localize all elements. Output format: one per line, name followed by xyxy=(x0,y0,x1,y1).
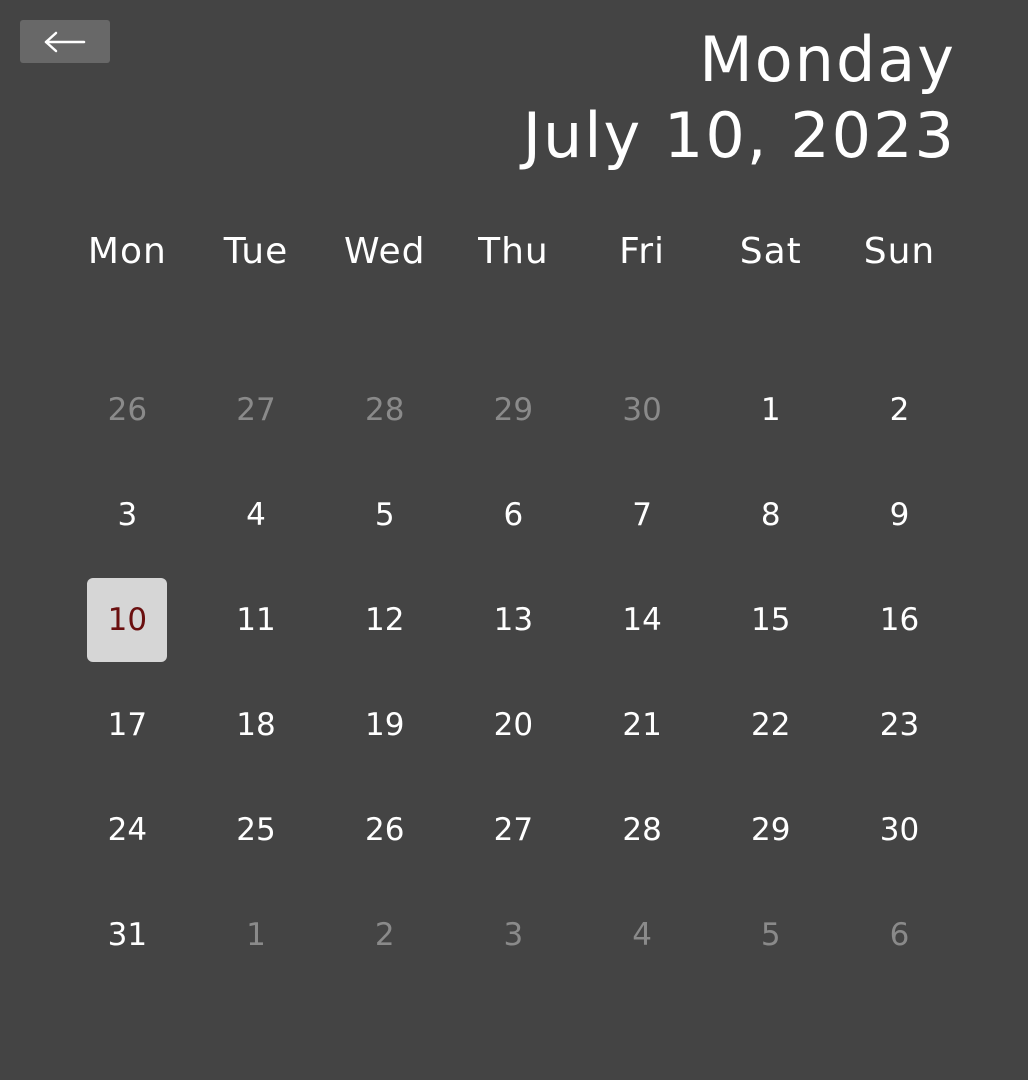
day-number: 1 xyxy=(760,391,781,428)
day-cell-adjacent-month[interactable]: 4 xyxy=(578,882,707,987)
day-number: 27 xyxy=(236,391,276,428)
day-number: 11 xyxy=(236,601,276,638)
weekday-label-wed: Wed xyxy=(343,231,426,272)
day-number: 23 xyxy=(879,706,920,743)
selected-weekday: Monday xyxy=(699,23,956,96)
day-cell[interactable]: 13 xyxy=(449,567,578,672)
day-number: 13 xyxy=(493,601,534,638)
day-cell[interactable]: 27 xyxy=(449,777,578,882)
day-number: 29 xyxy=(493,391,534,428)
day-number: 21 xyxy=(622,706,662,743)
day-cell-adjacent-month[interactable]: 1 xyxy=(192,882,321,987)
day-cell-adjacent-month[interactable]: 2 xyxy=(320,882,449,987)
day-cell[interactable]: 1 xyxy=(706,357,835,462)
day-cell[interactable]: 7 xyxy=(578,462,707,567)
day-number: 15 xyxy=(751,601,791,638)
day-number: 27 xyxy=(493,811,534,848)
day-number: 30 xyxy=(622,391,662,428)
day-number: 1 xyxy=(246,916,266,953)
day-cell[interactable]: 22 xyxy=(706,672,835,777)
day-number: 29 xyxy=(751,811,791,848)
day-cell-adjacent-month[interactable]: 3 xyxy=(449,882,578,987)
day-number: 6 xyxy=(889,916,910,953)
day-number: 5 xyxy=(760,916,781,953)
day-cell-adjacent-month[interactable]: 29 xyxy=(449,357,578,462)
day-number: 28 xyxy=(364,391,405,428)
day-cell-selected[interactable]: 10 xyxy=(63,567,192,672)
day-cell[interactable]: 24 xyxy=(63,777,192,882)
day-cell[interactable]: 12 xyxy=(320,567,449,672)
day-number: 28 xyxy=(622,811,662,848)
day-cell-adjacent-month[interactable]: 5 xyxy=(706,882,835,987)
day-cell[interactable]: 18 xyxy=(192,672,321,777)
day-cell-adjacent-month[interactable]: 26 xyxy=(63,357,192,462)
arrow-left-icon xyxy=(44,31,86,52)
weekday-label-fri: Fri xyxy=(619,231,666,272)
date-header: Monday July 10, 2023 xyxy=(523,22,956,174)
day-cell-adjacent-month[interactable]: 27 xyxy=(192,357,321,462)
day-number: 9 xyxy=(889,496,910,533)
day-number: 8 xyxy=(760,496,781,533)
selected-date: July 10, 2023 xyxy=(522,99,956,172)
day-cell-adjacent-month[interactable]: 28 xyxy=(320,357,449,462)
day-number: 26 xyxy=(107,391,148,428)
day-number: 14 xyxy=(622,601,662,638)
day-cell[interactable]: 14 xyxy=(578,567,707,672)
back-button[interactable] xyxy=(20,20,110,63)
day-number: 2 xyxy=(889,391,910,428)
weekday-label-sun: Sun xyxy=(863,231,936,272)
day-number: 20 xyxy=(493,706,534,743)
weekday-header-row: Mon Tue Wed Thu Fri Sat Sun xyxy=(63,222,964,282)
day-number: 4 xyxy=(632,916,652,953)
day-cell[interactable]: 19 xyxy=(320,672,449,777)
day-cell-adjacent-month[interactable]: 6 xyxy=(835,882,964,987)
day-cell[interactable]: 30 xyxy=(835,777,964,882)
day-number: 18 xyxy=(236,706,276,743)
day-cell[interactable]: 5 xyxy=(320,462,449,567)
day-number: 7 xyxy=(632,496,652,533)
day-cell[interactable]: 4 xyxy=(192,462,321,567)
day-number: 25 xyxy=(236,811,276,848)
calendar-grid: 26 27 28 29 30 1 2 3 4 5 6 7 8 9 10 11 12 13 14 15 16 17 18 19 2… xyxy=(63,357,964,987)
day-cell-adjacent-month[interactable]: 30 xyxy=(578,357,707,462)
day-number: 4 xyxy=(246,496,266,533)
weekday-label-tue: Tue xyxy=(223,231,289,272)
day-cell[interactable]: 28 xyxy=(578,777,707,882)
day-cell[interactable]: 3 xyxy=(63,462,192,567)
weekday-label-mon: Mon xyxy=(87,231,167,272)
day-cell[interactable]: 9 xyxy=(835,462,964,567)
day-number: 6 xyxy=(503,496,524,533)
day-number: 30 xyxy=(879,811,920,848)
day-number: 22 xyxy=(751,706,791,743)
day-number: 24 xyxy=(107,811,148,848)
weekday-label-thu: Thu xyxy=(478,231,549,272)
day-cell[interactable]: 21 xyxy=(578,672,707,777)
day-cell[interactable]: 31 xyxy=(63,882,192,987)
day-number: 3 xyxy=(503,916,524,953)
day-number: 16 xyxy=(879,601,920,638)
day-cell[interactable]: 26 xyxy=(320,777,449,882)
day-number: 31 xyxy=(107,916,148,953)
day-number: 19 xyxy=(364,706,405,743)
day-cell[interactable]: 29 xyxy=(706,777,835,882)
weekday-label-sat: Sat xyxy=(739,231,802,272)
day-number: 17 xyxy=(107,706,148,743)
day-cell[interactable]: 2 xyxy=(835,357,964,462)
day-number: 26 xyxy=(364,811,405,848)
day-cell[interactable]: 25 xyxy=(192,777,321,882)
day-number: 2 xyxy=(374,916,395,953)
day-cell[interactable]: 6 xyxy=(449,462,578,567)
day-cell[interactable]: 23 xyxy=(835,672,964,777)
day-cell[interactable]: 15 xyxy=(706,567,835,672)
day-number: 10 xyxy=(87,577,168,662)
day-cell[interactable]: 16 xyxy=(835,567,964,672)
day-number: 3 xyxy=(117,496,138,533)
day-cell[interactable]: 17 xyxy=(63,672,192,777)
day-number: 12 xyxy=(364,601,405,638)
day-number: 5 xyxy=(374,496,395,533)
day-cell[interactable]: 20 xyxy=(449,672,578,777)
day-cell[interactable]: 8 xyxy=(706,462,835,567)
day-cell[interactable]: 11 xyxy=(192,567,321,672)
